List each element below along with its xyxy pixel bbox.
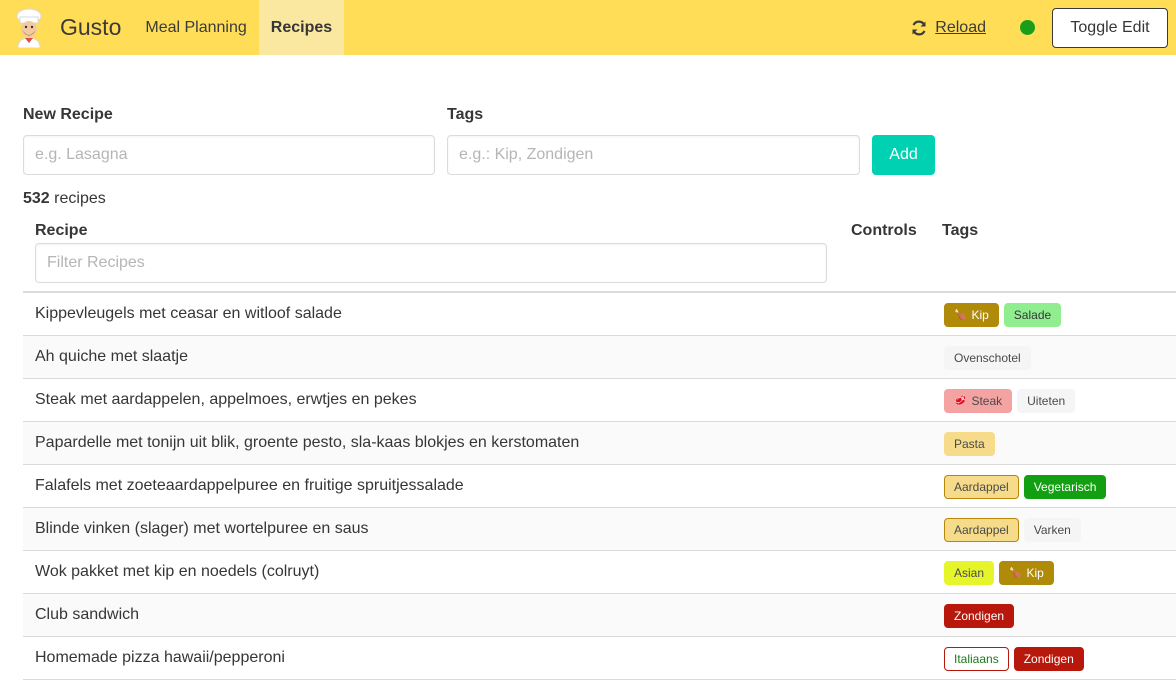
tag-label: Asian bbox=[954, 566, 985, 580]
recipe-count: 532 recipes bbox=[23, 190, 106, 208]
recipe-table-body: Kippevleugels met ceasar en witloof sala… bbox=[23, 293, 1176, 680]
tag-label: Salade bbox=[1013, 308, 1052, 322]
new-recipe-input[interactable] bbox=[23, 135, 435, 175]
reload-link[interactable]: Reload bbox=[910, 19, 986, 37]
connection-status-indicator bbox=[1020, 20, 1035, 35]
nav-meal-planning[interactable]: Meal Planning bbox=[133, 0, 258, 55]
toggle-edit-button[interactable]: Toggle Edit bbox=[1052, 7, 1168, 48]
recipe-tags: Ovenschotel bbox=[944, 346, 1036, 370]
reload-label: Reload bbox=[935, 18, 986, 36]
tag-badge[interactable]: Vegetarisch bbox=[1023, 475, 1107, 499]
recipe-tags: Asian 🍗 Kip bbox=[944, 561, 1059, 585]
column-header-tags: Tags bbox=[942, 222, 979, 239]
recipe-tags: 🥩 Steak Uiteten bbox=[944, 389, 1080, 413]
tag-label: Ovenschotel bbox=[954, 351, 1021, 365]
tag-label: Uiteten bbox=[1027, 394, 1066, 408]
drumstick-icon: 🍗 bbox=[1009, 567, 1022, 579]
recipe-tags: Aardappel Varken bbox=[944, 518, 1086, 542]
recipe-name[interactable]: Falafels met zoeteaardappelpuree en frui… bbox=[35, 477, 464, 495]
tag-badge[interactable]: Ovenschotel bbox=[944, 346, 1031, 370]
column-header-controls: Controls bbox=[851, 222, 917, 239]
refresh-icon bbox=[912, 20, 926, 35]
recipe-name[interactable]: Papardelle met tonijn uit blik, groente … bbox=[35, 434, 579, 452]
table-row[interactable]: Wok pakket met kip en noedels (colruyt) A… bbox=[23, 551, 1176, 594]
tag-badge[interactable]: Italiaans bbox=[944, 647, 1009, 671]
recipe-name[interactable]: Club sandwich bbox=[35, 606, 139, 624]
brand-name: Gusto bbox=[60, 14, 122, 40]
tag-badge[interactable]: Zondigen bbox=[1013, 647, 1084, 671]
tag-badge[interactable]: Uiteten bbox=[1017, 389, 1076, 413]
recipe-name[interactable]: Homemade pizza hawaii/pepperoni bbox=[35, 649, 285, 667]
column-header-recipe: Recipe bbox=[35, 222, 88, 239]
new-recipe-label: New Recipe bbox=[23, 106, 113, 123]
table-row[interactable]: Club sandwich Zondigen bbox=[23, 594, 1176, 637]
navbar: Gusto Meal Planning Recipes Reload Toggl… bbox=[0, 0, 1176, 55]
tag-label: Kip bbox=[971, 308, 989, 322]
nav-recipes[interactable]: Recipes bbox=[258, 0, 345, 55]
recipe-tags: Aardappel Vegetarisch bbox=[944, 475, 1111, 499]
tag-badge[interactable]: Aardappel bbox=[944, 518, 1019, 542]
brand[interactable]: Gusto bbox=[0, 0, 133, 55]
add-recipe-button[interactable]: Add bbox=[872, 135, 935, 175]
recipe-name[interactable]: Blinde vinken (slager) met wortelpuree e… bbox=[35, 520, 369, 538]
tag-label: Kip bbox=[1026, 566, 1044, 580]
tag-badge[interactable]: Pasta bbox=[944, 432, 995, 456]
recipe-name[interactable]: Steak met aardappelen, appelmoes, erwtje… bbox=[35, 391, 417, 409]
recipe-name[interactable]: Ah quiche met slaatje bbox=[35, 348, 188, 366]
tags-label: Tags bbox=[447, 106, 484, 123]
recipe-count-suffix: recipes bbox=[54, 190, 106, 207]
recipe-name[interactable]: Kippevleugels met ceasar en witloof sala… bbox=[35, 305, 342, 323]
recipe-count-number: 532 bbox=[23, 190, 50, 207]
tag-label: Aardappel bbox=[954, 480, 1009, 494]
tag-badge[interactable]: Zondigen bbox=[944, 604, 1015, 628]
tag-label: Italiaans bbox=[954, 652, 999, 666]
table-row[interactable]: Ah quiche met slaatje Ovenschotel bbox=[23, 336, 1176, 379]
tag-badge[interactable]: Varken bbox=[1023, 518, 1081, 542]
tag-label: Zondigen bbox=[954, 609, 1005, 623]
table-row[interactable]: Kippevleugels met ceasar en witloof sala… bbox=[23, 293, 1176, 336]
filter-recipes-input[interactable] bbox=[35, 243, 827, 283]
tag-label: Zondigen bbox=[1023, 652, 1074, 666]
table-row[interactable]: Blinde vinken (slager) met wortelpuree e… bbox=[23, 508, 1176, 551]
tag-label: Aardappel bbox=[954, 523, 1009, 537]
tag-label: Varken bbox=[1033, 523, 1071, 537]
chef-logo-icon bbox=[12, 8, 46, 48]
recipe-tags: Pasta bbox=[944, 432, 1000, 456]
steak-icon: 🥩 bbox=[954, 395, 967, 407]
tag-label: Pasta bbox=[954, 437, 985, 451]
drumstick-icon: 🍗 bbox=[954, 309, 967, 321]
table-row[interactable]: Papardelle met tonijn uit blik, groente … bbox=[23, 422, 1176, 465]
table-row[interactable]: Steak met aardappelen, appelmoes, erwtje… bbox=[23, 379, 1176, 422]
tag-badge[interactable]: 🍗 Kip bbox=[999, 561, 1054, 585]
table-row[interactable]: Homemade pizza hawaii/pepperoni Italiaans… bbox=[23, 637, 1176, 680]
tag-badge[interactable]: Aardappel bbox=[944, 475, 1019, 499]
recipe-name[interactable]: Wok pakket met kip en noedels (colruyt) bbox=[35, 563, 319, 581]
tag-label: Steak bbox=[971, 394, 1003, 408]
recipe-tags: Italiaans Zondigen bbox=[944, 647, 1089, 671]
tag-badge[interactable]: Asian bbox=[944, 561, 995, 585]
tag-badge[interactable]: 🍗 Kip bbox=[944, 303, 999, 327]
recipe-tags: 🍗 Kip Salade bbox=[944, 303, 1066, 327]
tag-label: Vegetarisch bbox=[1033, 480, 1097, 494]
tag-badge[interactable]: 🥩 Steak bbox=[944, 389, 1013, 413]
table-row[interactable]: Falafels met zoeteaardappelpuree en frui… bbox=[23, 465, 1176, 508]
recipe-tags: Zondigen bbox=[944, 604, 1019, 628]
tags-input[interactable] bbox=[447, 135, 860, 175]
navbar-end: Reload Toggle Edit bbox=[910, 0, 1176, 55]
tag-badge[interactable]: Salade bbox=[1003, 303, 1062, 327]
